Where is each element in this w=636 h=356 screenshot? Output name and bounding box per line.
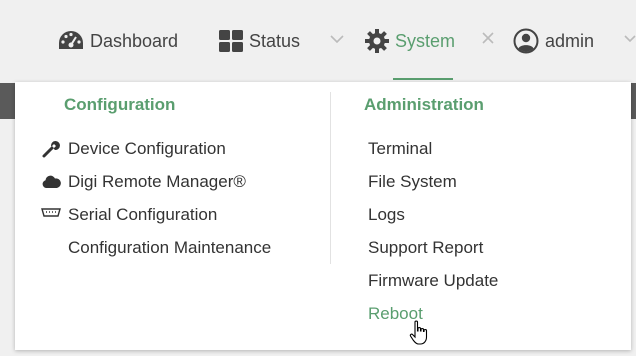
menu-item-label: File System bbox=[368, 172, 457, 191]
user-avatar-icon bbox=[513, 28, 539, 54]
hand-pointer-cursor-icon bbox=[409, 320, 428, 345]
menu-item-device-configuration[interactable]: Device Configuration bbox=[42, 139, 226, 159]
menu-item-file-system[interactable]: File System bbox=[368, 172, 457, 192]
nav-dashboard-label: Dashboard bbox=[90, 30, 179, 51]
menu-item-firmware-update[interactable]: Firmware Update bbox=[368, 271, 498, 291]
menu-item-label: Firmware Update bbox=[368, 271, 499, 290]
chevron-down-icon[interactable] bbox=[329, 33, 345, 45]
dashboard-gauge-icon bbox=[59, 31, 83, 49]
menu-item-support-report[interactable]: Support Report bbox=[368, 238, 483, 258]
close-icon[interactable] bbox=[481, 31, 495, 45]
menu-item-label: Support Report bbox=[368, 238, 484, 257]
menu-item-label: Terminal bbox=[368, 139, 433, 158]
active-tab-indicator bbox=[393, 78, 453, 80]
menu-item-label: Digi Remote Manager® bbox=[68, 172, 246, 191]
menu-item-serial-configuration[interactable]: Serial Configuration bbox=[41, 205, 218, 225]
menu-item-label: Serial Configuration bbox=[68, 205, 218, 224]
grid-icon bbox=[219, 30, 243, 52]
gear-icon bbox=[365, 29, 389, 53]
cloud-icon bbox=[42, 175, 61, 188]
nav-status[interactable]: Status bbox=[219, 22, 300, 60]
menu-item-label: Logs bbox=[368, 205, 405, 224]
nav-dashboard[interactable]: Dashboard bbox=[58, 22, 178, 60]
administration-heading: Administration bbox=[364, 95, 484, 114]
serial-port-icon bbox=[41, 208, 61, 217]
configuration-heading: Configuration bbox=[64, 95, 176, 114]
nav-system[interactable]: System bbox=[365, 22, 455, 60]
menu-item-logs[interactable]: Logs bbox=[368, 205, 405, 225]
nav-status-label: Status bbox=[249, 30, 301, 51]
menu-item-label: Configuration Maintenance bbox=[68, 238, 272, 257]
nav-system-label: System bbox=[395, 30, 456, 51]
nav-admin[interactable]: admin bbox=[513, 22, 594, 60]
menu-item-label: Device Configuration bbox=[68, 139, 226, 158]
top-navigation-bar: Dashboard Status System admin bbox=[0, 0, 636, 80]
menu-item-terminal[interactable]: Terminal bbox=[368, 139, 432, 159]
wrench-icon bbox=[42, 141, 60, 158]
menu-item-configuration-maintenance[interactable]: Configuration Maintenance bbox=[68, 238, 271, 258]
nav-admin-label: admin bbox=[545, 30, 595, 51]
chevron-down-icon[interactable] bbox=[623, 33, 636, 45]
column-divider bbox=[330, 92, 331, 264]
system-dropdown-menu: Configuration Device Configuration Digi … bbox=[15, 82, 631, 350]
menu-item-digi-remote-manager[interactable]: Digi Remote Manager® bbox=[42, 172, 246, 192]
